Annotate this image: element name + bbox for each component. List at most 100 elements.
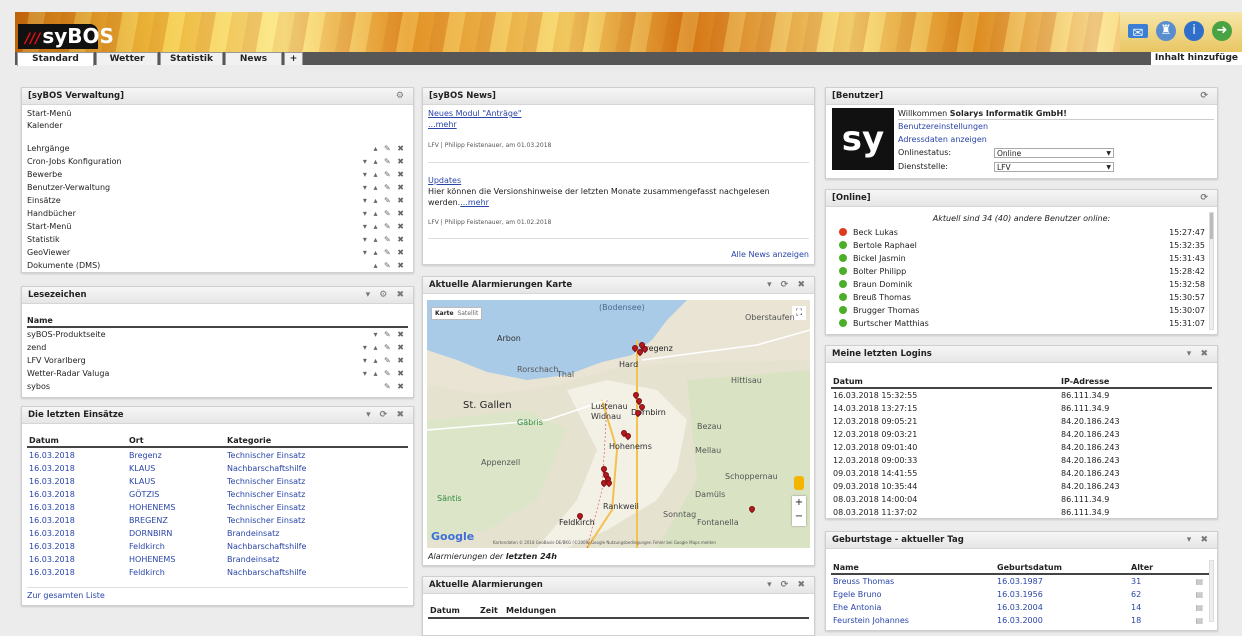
tab-wetter[interactable]: Wetter: [96, 52, 158, 65]
zoom-out-icon[interactable]: −: [792, 510, 806, 524]
online-user-row[interactable]: Breuß Thomas 15:30:57: [831, 291, 1205, 304]
table-row[interactable]: 16.03.2018 GÖTZIS Technischer Einsatz: [27, 488, 408, 501]
tab-news[interactable]: News: [225, 52, 282, 65]
online-user-row[interactable]: Braun Dominik 15:32:58: [831, 278, 1205, 291]
reorder-controls-icon[interactable]: ▾ ✎ ✖: [373, 328, 406, 341]
table-row[interactable]: Feurstein Johannes 16.03.2000 18 ▤: [831, 614, 1205, 627]
table-row[interactable]: 16.03.2018 KLAUS Technischer Einsatz: [27, 475, 408, 488]
all-news-link[interactable]: Alle News anzeigen: [428, 248, 809, 261]
logout-icon[interactable]: ➜: [1212, 21, 1232, 41]
contact-card-icon[interactable]: ▤: [1195, 588, 1203, 601]
portlet-controls-icon[interactable]: ▾ ⟳ ✖: [767, 577, 808, 594]
portlet-controls-icon[interactable]: ▾ ⟳ ✖: [366, 407, 407, 424]
scrollbar[interactable]: [1209, 212, 1214, 330]
info-icon[interactable]: i: [1184, 21, 1204, 41]
reorder-controls-icon[interactable]: ▾ ▴ ✎ ✖: [363, 168, 406, 181]
verwaltung-item[interactable]: Cron-Jobs Konfiguration ▾ ▴ ✎ ✖: [27, 155, 408, 168]
reorder-controls-icon[interactable]: ▾ ▴ ✎ ✖: [363, 181, 406, 194]
zoom-control[interactable]: + −: [792, 496, 806, 526]
reorder-controls-icon[interactable]: ▾ ▴ ✎ ✖: [363, 207, 406, 220]
reorder-controls-icon[interactable]: ▾ ▴ ✎ ✖: [363, 220, 406, 233]
refresh-icon[interactable]: ⟳: [1200, 88, 1211, 105]
table-row[interactable]: 16.03.2018 Bregenz Technischer Einsatz: [27, 449, 408, 462]
verwaltung-item[interactable]: Handbücher ▾ ▴ ✎ ✖: [27, 207, 408, 220]
verwaltung-item[interactable]: Dokumente (DMS) ▴ ✎ ✖: [27, 259, 408, 272]
settings-icon[interactable]: ⚙: [396, 88, 407, 105]
bookmark-item[interactable]: zend ▾ ▴ ✎ ✖: [27, 341, 408, 354]
zoom-in-icon[interactable]: +: [792, 496, 806, 510]
table-row[interactable]: Breuss Thomas 16.03.1987 31 ▤: [831, 575, 1205, 588]
alarm-map[interactable]: Karte Satellit ⛶ + − (Bodensee) Arbon Obe…: [427, 300, 810, 548]
news-more-link[interactable]: ...mehr: [460, 198, 489, 207]
contact-card-icon[interactable]: ▤: [1195, 575, 1203, 588]
table-row[interactable]: 16.03.2018 DORNBIRN Brandeinsatz: [27, 527, 408, 540]
tab-bar: Standard Wetter Statistik News + Inhalt …: [15, 52, 1242, 66]
bookmark-item[interactable]: LFV Vorarlberg ▾ ▴ ✎ ✖: [27, 354, 408, 367]
map-karte-button[interactable]: Karte: [435, 310, 454, 317]
table-row[interactable]: 16.03.2018 HOHENEMS Brandeinsatz: [27, 553, 408, 566]
verwaltung-item[interactable]: Lehrgänge ▴ ✎ ✖: [27, 142, 408, 155]
online-user-row[interactable]: Burtscher Matthias 15:31:07: [831, 317, 1205, 330]
benutzereinstellungen-link[interactable]: Benutzereinstellungen: [898, 122, 988, 131]
tab-statistik[interactable]: Statistik: [160, 52, 223, 65]
google-logo: Google: [431, 530, 475, 543]
menu-item[interactable]: Kalender: [27, 119, 408, 132]
table-row[interactable]: Ehe Antonia 16.03.2004 14 ▤: [831, 601, 1205, 614]
reorder-controls-icon[interactable]: ✎ ✖: [384, 380, 406, 393]
portlet-controls-icon[interactable]: ▾ ⚙ ✖: [366, 287, 407, 304]
contact-card-icon[interactable]: ▤: [1195, 601, 1203, 614]
table-row[interactable]: 16.03.2018 BREGENZ Technischer Einsatz: [27, 514, 408, 527]
news-more-link[interactable]: ...mehr: [428, 118, 809, 131]
verwaltung-item[interactable]: Bewerbe ▾ ▴ ✎ ✖: [27, 168, 408, 181]
scrollbar-thumb[interactable]: [1210, 213, 1213, 239]
reorder-controls-icon[interactable]: ▴ ✎ ✖: [373, 142, 406, 155]
table-row[interactable]: Egele Bruno 16.03.1956 62 ▤: [831, 588, 1205, 601]
verwaltung-item[interactable]: Start-Menü ▾ ▴ ✎ ✖: [27, 220, 408, 233]
online-user-row[interactable]: Bolter Philipp 15:28:42: [831, 265, 1205, 278]
bookmark-item[interactable]: syBOS-Produktseite ▾ ✎ ✖: [27, 328, 408, 341]
verwaltung-item[interactable]: Benutzer-Verwaltung ▾ ▴ ✎ ✖: [27, 181, 408, 194]
online-user-row[interactable]: Brugger Thomas 15:30:07: [831, 304, 1205, 317]
bookmark-item[interactable]: sybos ✎ ✖: [27, 380, 408, 393]
verwaltung-item[interactable]: Statistik ▾ ▴ ✎ ✖: [27, 233, 408, 246]
users-icon[interactable]: ♜: [1156, 21, 1176, 41]
table-row[interactable]: 16.03.2018 Feldkirch Nachbarschaftshilfe: [27, 566, 408, 579]
reorder-controls-icon[interactable]: ▴ ✎ ✖: [373, 259, 406, 272]
verwaltung-item[interactable]: Einsätze ▾ ▴ ✎ ✖: [27, 194, 408, 207]
reorder-controls-icon[interactable]: ▾ ▴ ✎ ✖: [363, 367, 406, 380]
cell-name: Egele Bruno: [833, 590, 882, 599]
tab-add[interactable]: +: [284, 52, 303, 65]
refresh-icon[interactable]: ⟳: [1200, 190, 1211, 207]
table-row[interactable]: 16.03.2018 Feldkirch Nachbarschaftshilfe: [27, 540, 408, 553]
tab-standard[interactable]: Standard: [17, 52, 94, 66]
portlet-controls-icon[interactable]: ▾ ⟳ ✖: [767, 277, 808, 294]
map-satellit-button[interactable]: Satellit: [457, 310, 478, 317]
mail-icon[interactable]: ✉: [1128, 24, 1148, 41]
table-row[interactable]: 16.03.2018 HOHENEMS Technischer Einsatz: [27, 501, 408, 514]
reorder-controls-icon[interactable]: ▾ ▴ ✎ ✖: [363, 341, 406, 354]
reorder-controls-icon[interactable]: ▾ ▴ ✎ ✖: [363, 233, 406, 246]
verwaltung-item[interactable]: GeoViewer ▾ ▴ ✎ ✖: [27, 246, 408, 259]
scrollbar[interactable]: [1209, 560, 1214, 622]
map-label: Schoppernau: [725, 472, 778, 481]
pegman-icon[interactable]: [794, 476, 804, 490]
online-user-row[interactable]: Beck Lukas 15:27:47: [831, 226, 1205, 239]
online-user-row[interactable]: Bickel Jasmin 15:31:43: [831, 252, 1205, 265]
map-label: Damüls: [695, 490, 726, 499]
portlet-controls-icon[interactable]: ▾ ✖: [1187, 346, 1211, 363]
onlinestatus-select[interactable]: Online ▼: [994, 148, 1114, 158]
reorder-controls-icon[interactable]: ▾ ▴ ✎ ✖: [363, 155, 406, 168]
add-content-button[interactable]: Inhalt hinzufüge: [1150, 52, 1242, 65]
full-list-link[interactable]: Zur gesamten Liste: [27, 589, 408, 602]
online-user-row[interactable]: Bertole Raphael 15:32:35: [831, 239, 1205, 252]
sybos-logo[interactable]: ///syBOS: [18, 24, 114, 49]
adressdaten-link[interactable]: Adressdaten anzeigen: [898, 135, 987, 144]
dienststelle-select[interactable]: LFV ▼: [994, 162, 1114, 172]
bookmark-item[interactable]: Wetter-Radar Valuga ▾ ▴ ✎ ✖: [27, 367, 408, 380]
portlet-controls-icon[interactable]: ▾ ✖: [1187, 532, 1211, 549]
contact-card-icon[interactable]: ▤: [1195, 614, 1203, 627]
reorder-controls-icon[interactable]: ▾ ▴ ✎ ✖: [363, 354, 406, 367]
reorder-controls-icon[interactable]: ▾ ▴ ✎ ✖: [363, 194, 406, 207]
reorder-controls-icon[interactable]: ▾ ▴ ✎ ✖: [363, 246, 406, 259]
table-row[interactable]: 16.03.2018 KLAUS Nachbarschaftshilfe: [27, 462, 408, 475]
